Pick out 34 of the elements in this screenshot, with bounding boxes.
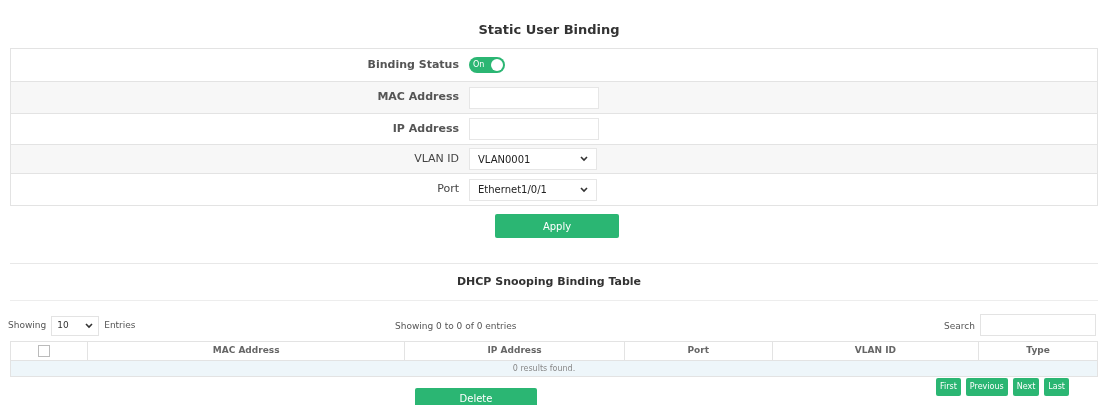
caret-icon xyxy=(85,323,94,329)
toggle-switch[interactable]: On xyxy=(469,57,505,73)
section-title: Static User Binding xyxy=(478,20,620,39)
search-field[interactable] xyxy=(980,314,1096,336)
column-header: VLAN ID xyxy=(854,344,896,358)
input-field[interactable] xyxy=(469,86,599,109)
column-header: IP Address xyxy=(487,344,542,358)
length-select[interactable]: 10 xyxy=(51,316,100,336)
page-button[interactable]: Last xyxy=(1044,378,1069,396)
column-header: Type xyxy=(1026,344,1050,358)
field-label: IP Address xyxy=(392,120,459,137)
search-label: Search xyxy=(944,320,975,333)
page-button[interactable]: Previous xyxy=(965,378,1008,396)
empty-message: 0 results found. xyxy=(512,362,576,375)
column-header: Port xyxy=(687,344,709,358)
input-field[interactable] xyxy=(469,118,599,140)
field-label: Binding Status xyxy=(367,56,459,73)
page-button[interactable]: First xyxy=(936,378,961,396)
caret-icon xyxy=(580,186,588,193)
apply-button[interactable]: Apply xyxy=(495,214,619,238)
select-field[interactable]: VLAN0001 xyxy=(469,148,597,170)
checkbox[interactable] xyxy=(38,345,50,357)
select-field[interactable]: Ethernet1/0/1 xyxy=(469,178,597,201)
page-button[interactable]: Next xyxy=(1012,378,1040,396)
field-label: Port xyxy=(437,181,459,198)
delete-button[interactable]: Delete xyxy=(415,388,537,405)
entries-info: Showing 0 to 0 of 0 entries xyxy=(395,320,517,333)
length-label: Showing xyxy=(8,319,47,333)
field-label: MAC Address xyxy=(377,89,459,106)
caret-icon xyxy=(580,156,588,162)
length-label: Entries xyxy=(104,319,136,333)
field-label: VLAN ID xyxy=(414,150,459,167)
column-header: MAC Address xyxy=(212,344,280,358)
section-title: DHCP Snooping Binding Table xyxy=(456,273,642,290)
